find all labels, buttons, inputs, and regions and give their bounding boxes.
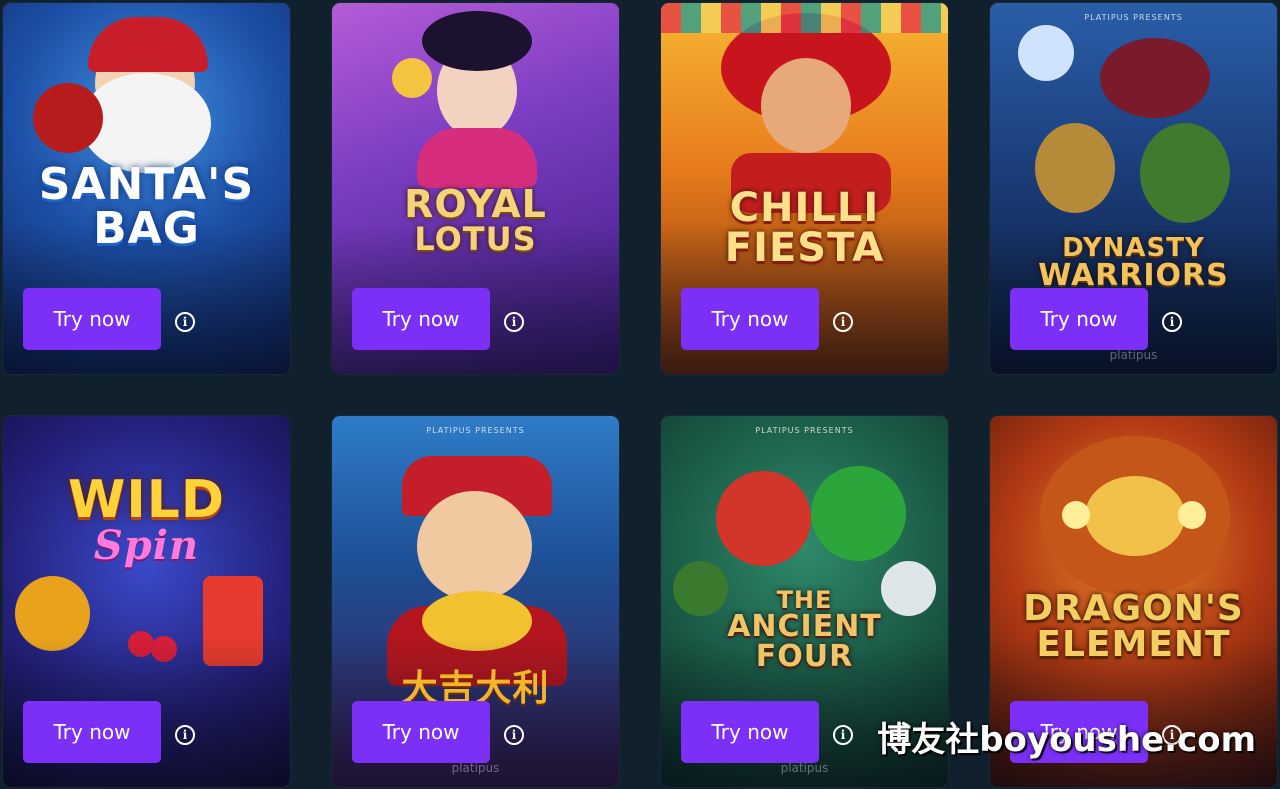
info-icon[interactable]: i (504, 312, 524, 332)
game-title-line: ANCIENT (727, 609, 882, 644)
publisher-brand: platipus (1109, 348, 1158, 362)
game-title-line: DRAGON'S (1023, 588, 1244, 629)
publisher-presents: PLATIPUS PRESENTS (426, 426, 525, 435)
game-card-wild-spin[interactable]: WILD Spin Try now i (3, 416, 290, 787)
game-title: ROYAL LOTUS (332, 185, 619, 255)
try-now-button[interactable]: Try now (352, 701, 490, 763)
publisher-brand: platipus (451, 761, 500, 775)
game-title-line: ROYAL (404, 182, 547, 226)
game-title-line: WARRIORS (1038, 258, 1229, 293)
game-title: DRAGON'S ELEMENT (990, 591, 1277, 663)
game-grid: SANTA'S BAG Try now i ROYAL LOTUS Try no… (0, 0, 1280, 789)
info-icon[interactable]: i (1162, 312, 1182, 332)
game-card-god-of-wealth[interactable]: PLATIPUS PRESENTS 大吉大利 platipus Try now … (332, 416, 619, 787)
game-title-line: ELEMENT (1036, 624, 1231, 665)
game-title-line: Spin (93, 522, 200, 569)
game-title-line: LOTUS (414, 220, 537, 258)
info-icon[interactable]: i (833, 725, 853, 745)
game-title: CHILLI FIESTA (661, 188, 948, 268)
publisher-brand: platipus (780, 761, 829, 775)
info-icon[interactable]: i (833, 312, 853, 332)
try-now-button[interactable]: Try now (681, 288, 819, 350)
game-title-line: WILD (67, 470, 225, 530)
try-now-button[interactable]: Try now (23, 701, 161, 763)
game-title: WILD Spin (3, 474, 290, 566)
game-title-line: CHILLI (729, 185, 880, 231)
game-card-chilli-fiesta[interactable]: CHILLI FIESTA Try now i (661, 3, 948, 374)
game-card-dynasty-warriors[interactable]: PLATIPUS PRESENTS DYNASTY WARRIORS plati… (990, 3, 1277, 374)
game-title-line: FOUR (755, 639, 854, 674)
game-title: THE ANCIENT FOUR (661, 588, 948, 672)
game-title-line: BAG (93, 203, 200, 254)
try-now-button[interactable]: Try now (352, 288, 490, 350)
game-title-line: SANTA'S (38, 159, 255, 210)
try-now-button[interactable]: Try now (1010, 288, 1148, 350)
info-icon[interactable]: i (504, 725, 524, 745)
game-title: DYNASTY WARRIORS (990, 235, 1277, 291)
try-now-button[interactable]: Try now (681, 701, 819, 763)
site-watermark: 博友社boyoushe.com (877, 720, 1256, 760)
publisher-presents: PLATIPUS PRESENTS (1084, 13, 1183, 22)
game-card-santas-bag[interactable]: SANTA'S BAG Try now i (3, 3, 290, 374)
game-title-line: FIESTA (724, 225, 885, 271)
try-now-button[interactable]: Try now (23, 288, 161, 350)
publisher-presents: PLATIPUS PRESENTS (755, 426, 854, 435)
info-icon[interactable]: i (175, 725, 195, 745)
game-card-royal-lotus[interactable]: ROYAL LOTUS Try now i (332, 3, 619, 374)
game-title: SANTA'S BAG (3, 163, 290, 251)
info-icon[interactable]: i (175, 312, 195, 332)
